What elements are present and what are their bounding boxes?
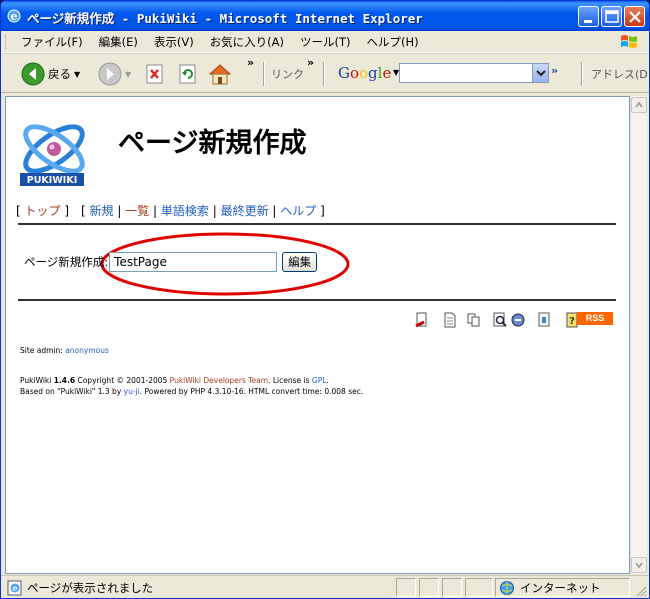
stop-button[interactable] [145,60,165,88]
security-zone-label: インターネット [520,581,601,595]
gpl-link[interactable]: GPL [312,376,327,385]
menu-view[interactable]: 表示(V) [146,34,202,50]
menu-help[interactable]: ヘルプ(H) [359,34,427,50]
scroll-down-button[interactable] [631,557,647,573]
status-bar: e ページが表示されました インターネット [1,575,649,598]
wiki-page: PUKIWIKI ページ新規作成 [ トップ ] [ 新規 | 一覧 | 単語検… [6,97,629,573]
google-more-icon[interactable]: » [551,64,558,77]
status-text: ページが表示されました [27,581,154,595]
menu-file[interactable]: ファイル(F) [13,34,91,50]
pukiwiki-logo[interactable]: PUKIWIKI [16,111,88,189]
new-document-icon[interactable] [442,312,458,328]
toolbar: 戻る ▼ ▼ » リンク » Google ▼ » アドレス(D) [1,53,649,93]
maximize-icon [605,10,619,23]
title-bar[interactable]: e ページ新規作成 - PukiWiki - Microsoft Interne… [1,1,649,31]
copy-page-icon[interactable] [466,312,482,328]
nav-recent-link[interactable]: 最終更新 [221,204,269,218]
attach-file-icon[interactable] [536,312,552,328]
vertical-scrollbar[interactable] [630,96,647,574]
footer-line-1: PukiWiki 1.4.6 Copyright © 2001-2005 Puk… [20,376,329,385]
forward-arrow-icon [98,62,122,86]
bottom-divider [18,299,616,301]
author-link[interactable]: yu-ji [124,387,140,396]
menu-grip[interactable] [5,35,8,49]
window-title: ページ新規作成 - PukiWiki - Microsoft Internet … [27,11,423,26]
page-done-icon: e [7,580,22,596]
search-page-icon[interactable] [492,312,508,328]
rss-badge[interactable]: RSS [577,312,613,325]
forward-dropdown-icon[interactable]: ▼ [125,70,131,79]
nav-help-link[interactable]: ヘルプ [280,204,316,218]
scroll-up-button[interactable] [631,97,647,113]
resize-grip-icon[interactable] [635,585,647,597]
links-more-icon[interactable]: » [307,56,314,69]
forward-button[interactable]: ▼ [98,60,131,88]
nav-top-link[interactable]: トップ [25,204,61,218]
page-name-input[interactable] [109,252,278,272]
menu-favorites[interactable]: お気に入り(A) [202,34,292,50]
toolbar-more-icon[interactable]: » [247,56,254,69]
google-search-dropdown[interactable] [532,64,548,82]
chevron-down-icon [536,70,546,77]
close-icon [629,11,641,23]
refresh-icon [179,64,196,84]
nav-list-link[interactable]: 一覧 [125,204,149,218]
wiki-navigation: [ トップ ] [ 新規 | 一覧 | 単語検索 | 最終更新 | ヘルプ ] [16,204,325,218]
back-dropdown-icon[interactable]: ▼ [74,70,80,79]
stop-icon [146,64,163,84]
menu-bar: ファイル(F) 編集(E) 表示(V) お気に入り(A) ツール(T) ヘルプ(… [1,31,649,53]
home-icon [208,64,232,85]
developers-team-link[interactable]: PukiWiki Developers Team [170,376,268,385]
browser-window: e ページ新規作成 - PukiWiki - Microsoft Interne… [0,0,650,599]
page-viewport: PUKIWIKI ページ新規作成 [ トップ ] [ 新規 | 一覧 | 単語検… [5,96,630,574]
svg-text:e: e [11,10,18,23]
new-page-form: ページ新規作成: 編集 [24,252,318,272]
menu-tools[interactable]: ツール(T) [292,34,359,50]
edit-page-icon[interactable] [414,312,430,328]
backup-page-icon[interactable] [510,312,526,328]
page-title: ページ新規作成 [118,128,307,159]
site-admin: Site admin: anonymous [20,346,109,355]
maximize-button[interactable] [601,6,622,27]
svg-text:?: ? [569,316,575,327]
svg-text:e: e [12,583,17,593]
back-label: 戻る [48,67,71,81]
site-admin-link[interactable]: anonymous [65,346,109,355]
google-logo[interactable]: Google [338,64,391,82]
top-divider [18,223,616,225]
back-button[interactable]: 戻る ▼ [21,60,80,88]
new-page-label: ページ新規作成: [24,255,109,269]
minimize-button[interactable] [578,6,599,27]
refresh-button[interactable] [178,60,198,88]
chevron-up-icon [635,101,643,108]
ie-icon: e [7,9,21,23]
windows-logo-icon [621,35,637,48]
chevron-down-icon [635,562,643,569]
home-button[interactable] [208,60,232,88]
nav-search-link[interactable]: 単語検索 [161,204,209,218]
edit-button[interactable]: 編集 [282,252,318,272]
nav-new-link[interactable]: 新規 [90,204,114,218]
internet-zone-icon [500,581,514,595]
minimize-icon [584,20,592,23]
google-search-input[interactable] [399,63,549,83]
address-label[interactable]: アドレス(D) [591,66,649,82]
back-arrow-icon [21,62,45,86]
footer-line-2: Based on "PukiWiki" 1.3 by yu-ji. Powere… [20,387,364,396]
menu-edit[interactable]: 編集(E) [91,34,146,50]
close-button[interactable] [624,6,645,27]
links-label[interactable]: リンク [271,66,304,82]
svg-text:PUKIWIKI: PUKIWIKI [27,175,77,186]
